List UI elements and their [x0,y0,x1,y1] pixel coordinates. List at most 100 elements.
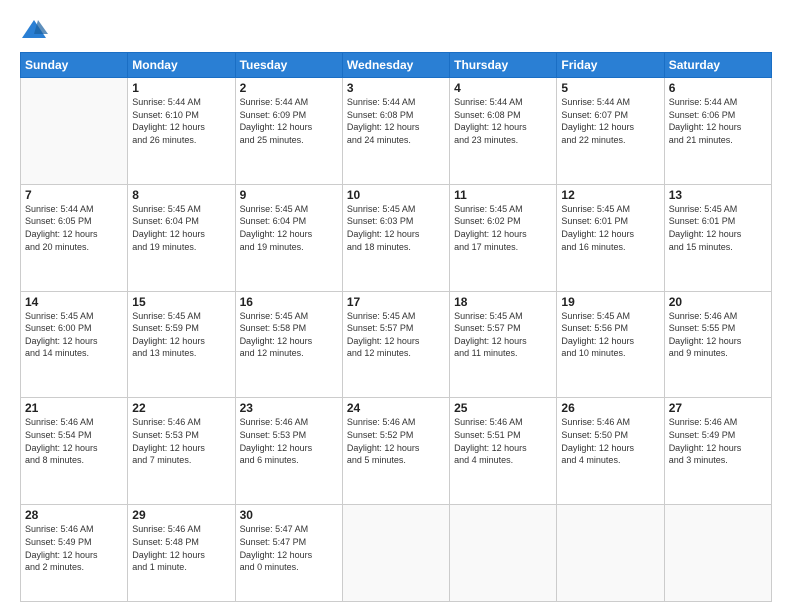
day-info: Sunrise: 5:44 AM Sunset: 6:09 PM Dayligh… [240,96,338,146]
day-info: Sunrise: 5:46 AM Sunset: 5:53 PM Dayligh… [240,416,338,466]
day-number: 8 [132,188,230,202]
calendar-week-row: 14Sunrise: 5:45 AM Sunset: 6:00 PM Dayli… [21,291,772,398]
day-number: 17 [347,295,445,309]
day-number: 19 [561,295,659,309]
calendar-cell [342,505,449,602]
calendar-cell [664,505,771,602]
day-number: 26 [561,401,659,415]
weekday-header: Thursday [450,53,557,78]
weekday-header: Sunday [21,53,128,78]
calendar-cell: 10Sunrise: 5:45 AM Sunset: 6:03 PM Dayli… [342,184,449,291]
day-number: 12 [561,188,659,202]
day-number: 23 [240,401,338,415]
day-number: 2 [240,81,338,95]
calendar-cell: 1Sunrise: 5:44 AM Sunset: 6:10 PM Daylig… [128,78,235,185]
day-info: Sunrise: 5:45 AM Sunset: 5:57 PM Dayligh… [454,310,552,360]
calendar-cell: 16Sunrise: 5:45 AM Sunset: 5:58 PM Dayli… [235,291,342,398]
day-info: Sunrise: 5:45 AM Sunset: 5:56 PM Dayligh… [561,310,659,360]
calendar-cell: 13Sunrise: 5:45 AM Sunset: 6:01 PM Dayli… [664,184,771,291]
calendar-week-row: 28Sunrise: 5:46 AM Sunset: 5:49 PM Dayli… [21,505,772,602]
day-number: 16 [240,295,338,309]
calendar-cell: 9Sunrise: 5:45 AM Sunset: 6:04 PM Daylig… [235,184,342,291]
day-info: Sunrise: 5:44 AM Sunset: 6:10 PM Dayligh… [132,96,230,146]
day-info: Sunrise: 5:46 AM Sunset: 5:50 PM Dayligh… [561,416,659,466]
day-info: Sunrise: 5:46 AM Sunset: 5:49 PM Dayligh… [25,523,123,573]
calendar-cell: 30Sunrise: 5:47 AM Sunset: 5:47 PM Dayli… [235,505,342,602]
day-number: 27 [669,401,767,415]
calendar-cell: 15Sunrise: 5:45 AM Sunset: 5:59 PM Dayli… [128,291,235,398]
day-number: 29 [132,508,230,522]
calendar-cell: 26Sunrise: 5:46 AM Sunset: 5:50 PM Dayli… [557,398,664,505]
calendar-cell: 6Sunrise: 5:44 AM Sunset: 6:06 PM Daylig… [664,78,771,185]
day-number: 20 [669,295,767,309]
weekday-header: Monday [128,53,235,78]
day-info: Sunrise: 5:45 AM Sunset: 5:59 PM Dayligh… [132,310,230,360]
calendar-cell: 20Sunrise: 5:46 AM Sunset: 5:55 PM Dayli… [664,291,771,398]
day-info: Sunrise: 5:45 AM Sunset: 5:58 PM Dayligh… [240,310,338,360]
day-info: Sunrise: 5:46 AM Sunset: 5:51 PM Dayligh… [454,416,552,466]
weekday-header: Wednesday [342,53,449,78]
day-number: 4 [454,81,552,95]
day-number: 15 [132,295,230,309]
calendar-cell: 18Sunrise: 5:45 AM Sunset: 5:57 PM Dayli… [450,291,557,398]
day-info: Sunrise: 5:45 AM Sunset: 6:04 PM Dayligh… [132,203,230,253]
header [20,16,772,44]
day-number: 11 [454,188,552,202]
day-info: Sunrise: 5:45 AM Sunset: 6:03 PM Dayligh… [347,203,445,253]
day-info: Sunrise: 5:46 AM Sunset: 5:54 PM Dayligh… [25,416,123,466]
day-number: 1 [132,81,230,95]
calendar-cell: 19Sunrise: 5:45 AM Sunset: 5:56 PM Dayli… [557,291,664,398]
calendar-cell [557,505,664,602]
calendar-cell [450,505,557,602]
calendar-cell: 2Sunrise: 5:44 AM Sunset: 6:09 PM Daylig… [235,78,342,185]
calendar-week-row: 1Sunrise: 5:44 AM Sunset: 6:10 PM Daylig… [21,78,772,185]
day-info: Sunrise: 5:45 AM Sunset: 5:57 PM Dayligh… [347,310,445,360]
day-number: 9 [240,188,338,202]
day-number: 21 [25,401,123,415]
day-number: 3 [347,81,445,95]
day-info: Sunrise: 5:44 AM Sunset: 6:07 PM Dayligh… [561,96,659,146]
calendar-cell: 8Sunrise: 5:45 AM Sunset: 6:04 PM Daylig… [128,184,235,291]
day-number: 10 [347,188,445,202]
day-number: 24 [347,401,445,415]
calendar-cell: 25Sunrise: 5:46 AM Sunset: 5:51 PM Dayli… [450,398,557,505]
day-info: Sunrise: 5:45 AM Sunset: 6:00 PM Dayligh… [25,310,123,360]
day-number: 28 [25,508,123,522]
calendar-cell: 17Sunrise: 5:45 AM Sunset: 5:57 PM Dayli… [342,291,449,398]
day-number: 13 [669,188,767,202]
calendar: SundayMondayTuesdayWednesdayThursdayFrid… [20,52,772,602]
day-info: Sunrise: 5:46 AM Sunset: 5:55 PM Dayligh… [669,310,767,360]
weekday-header: Tuesday [235,53,342,78]
calendar-cell: 11Sunrise: 5:45 AM Sunset: 6:02 PM Dayli… [450,184,557,291]
day-number: 7 [25,188,123,202]
day-info: Sunrise: 5:44 AM Sunset: 6:08 PM Dayligh… [347,96,445,146]
calendar-cell: 21Sunrise: 5:46 AM Sunset: 5:54 PM Dayli… [21,398,128,505]
calendar-cell: 4Sunrise: 5:44 AM Sunset: 6:08 PM Daylig… [450,78,557,185]
day-number: 5 [561,81,659,95]
calendar-cell: 5Sunrise: 5:44 AM Sunset: 6:07 PM Daylig… [557,78,664,185]
calendar-cell: 22Sunrise: 5:46 AM Sunset: 5:53 PM Dayli… [128,398,235,505]
day-number: 14 [25,295,123,309]
calendar-cell: 12Sunrise: 5:45 AM Sunset: 6:01 PM Dayli… [557,184,664,291]
calendar-cell: 24Sunrise: 5:46 AM Sunset: 5:52 PM Dayli… [342,398,449,505]
day-info: Sunrise: 5:45 AM Sunset: 6:01 PM Dayligh… [561,203,659,253]
weekday-header: Saturday [664,53,771,78]
day-number: 18 [454,295,552,309]
page: SundayMondayTuesdayWednesdayThursdayFrid… [0,0,792,612]
logo-icon [20,16,48,44]
day-info: Sunrise: 5:44 AM Sunset: 6:08 PM Dayligh… [454,96,552,146]
calendar-cell: 3Sunrise: 5:44 AM Sunset: 6:08 PM Daylig… [342,78,449,185]
weekday-header: Friday [557,53,664,78]
day-info: Sunrise: 5:44 AM Sunset: 6:05 PM Dayligh… [25,203,123,253]
calendar-cell: 14Sunrise: 5:45 AM Sunset: 6:00 PM Dayli… [21,291,128,398]
day-info: Sunrise: 5:46 AM Sunset: 5:49 PM Dayligh… [669,416,767,466]
day-info: Sunrise: 5:46 AM Sunset: 5:53 PM Dayligh… [132,416,230,466]
day-number: 22 [132,401,230,415]
calendar-cell: 23Sunrise: 5:46 AM Sunset: 5:53 PM Dayli… [235,398,342,505]
day-info: Sunrise: 5:47 AM Sunset: 5:47 PM Dayligh… [240,523,338,573]
calendar-cell: 27Sunrise: 5:46 AM Sunset: 5:49 PM Dayli… [664,398,771,505]
calendar-cell [21,78,128,185]
calendar-week-row: 21Sunrise: 5:46 AM Sunset: 5:54 PM Dayli… [21,398,772,505]
day-number: 6 [669,81,767,95]
calendar-cell: 28Sunrise: 5:46 AM Sunset: 5:49 PM Dayli… [21,505,128,602]
